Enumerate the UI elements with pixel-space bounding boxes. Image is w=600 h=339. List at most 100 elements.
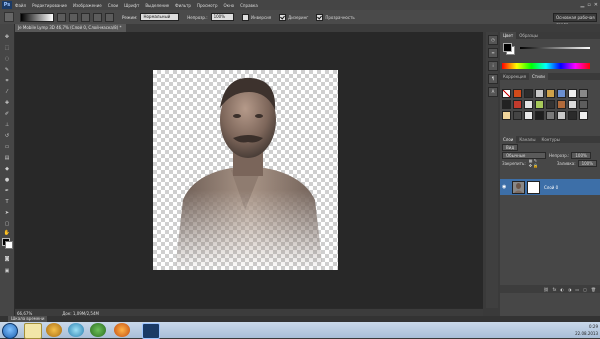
- tab-channels[interactable]: Каналы: [516, 136, 538, 143]
- style-swatch[interactable]: [535, 111, 544, 120]
- minimize-icon[interactable]: ▁: [581, 2, 585, 8]
- gradient-picker[interactable]: [20, 12, 54, 22]
- style-swatch[interactable]: [524, 100, 533, 109]
- layer-row[interactable]: ◉ Слой 0: [500, 179, 600, 195]
- tab-styles[interactable]: Стили: [528, 73, 548, 80]
- link-layers-icon[interactable]: ⛓: [544, 287, 549, 292]
- style-swatch[interactable]: [568, 89, 577, 98]
- style-swatch[interactable]: [502, 100, 511, 109]
- style-swatch[interactable]: [524, 89, 533, 98]
- angle-gradient-icon[interactable]: [81, 12, 90, 22]
- quick-mask-icon[interactable]: ◙: [3, 256, 11, 262]
- style-swatch[interactable]: [535, 89, 544, 98]
- paragraph-icon[interactable]: ¶: [488, 74, 498, 84]
- history-icon[interactable]: ◷: [488, 35, 498, 45]
- layer-name[interactable]: Слой 0: [544, 185, 558, 190]
- style-swatch[interactable]: [502, 111, 511, 120]
- crop-tool-icon[interactable]: ⌗: [3, 78, 11, 84]
- menu-edit[interactable]: Редактирование: [32, 3, 67, 8]
- menu-file[interactable]: Файл: [15, 3, 26, 8]
- style-swatch[interactable]: [579, 100, 588, 109]
- type-tool-icon[interactable]: T: [3, 199, 11, 205]
- style-swatch[interactable]: [557, 89, 566, 98]
- adjustment-layer-icon[interactable]: ◑: [568, 287, 572, 292]
- style-swatch[interactable]: [579, 111, 588, 120]
- info-icon[interactable]: i: [488, 61, 498, 71]
- style-swatch[interactable]: [568, 100, 577, 109]
- pen-tool-icon[interactable]: ✒: [3, 188, 11, 194]
- maximize-icon[interactable]: ▫: [587, 2, 590, 8]
- trash-icon[interactable]: 🗑: [591, 287, 596, 292]
- marquee-tool-icon[interactable]: ⬚: [3, 45, 11, 51]
- tab-paths[interactable]: Контуры: [538, 136, 562, 143]
- path-select-tool-icon[interactable]: ➤: [3, 210, 11, 216]
- style-swatch[interactable]: [568, 111, 577, 120]
- style-swatch[interactable]: [557, 100, 566, 109]
- history-brush-tool-icon[interactable]: ↺: [3, 133, 11, 139]
- zoom-level[interactable]: 66,67%: [17, 311, 32, 316]
- menu-layers[interactable]: Слои: [108, 3, 118, 8]
- brush-tool-icon[interactable]: ✐: [3, 111, 11, 117]
- visibility-eye-icon[interactable]: ◉: [502, 184, 508, 190]
- style-swatch[interactable]: [579, 89, 588, 98]
- healing-tool-icon[interactable]: ✚: [3, 100, 11, 106]
- dodge-tool-icon[interactable]: ●: [3, 177, 11, 183]
- properties-icon[interactable]: ≡: [488, 48, 498, 58]
- menu-image[interactable]: Изображение: [73, 3, 102, 8]
- radial-gradient-icon[interactable]: [69, 12, 78, 22]
- tab-adjustments[interactable]: Коррекция: [500, 73, 529, 80]
- dither-checkbox[interactable]: Дизеринг: [279, 13, 308, 21]
- new-group-icon[interactable]: ▭: [575, 287, 579, 292]
- eraser-tool-icon[interactable]: ▭: [3, 144, 11, 150]
- lock-icons[interactable]: ▦ ✎ ✥ 🔒: [529, 158, 541, 168]
- shape-tool-icon[interactable]: ▢: [3, 221, 11, 227]
- style-swatch[interactable]: [557, 111, 566, 120]
- app-taskbar-icon[interactable]: [90, 323, 106, 337]
- character-icon[interactable]: A: [488, 87, 498, 97]
- fill-input[interactable]: 100%: [577, 159, 597, 167]
- linear-gradient-icon[interactable]: [57, 12, 66, 22]
- media-taskbar-icon[interactable]: [46, 323, 62, 337]
- panel-foreground-color[interactable]: [503, 43, 512, 52]
- color-slider[interactable]: [520, 47, 590, 49]
- explorer-taskbar-icon[interactable]: [24, 323, 42, 339]
- lasso-tool-icon[interactable]: ◌: [3, 56, 11, 62]
- firefox-taskbar-icon[interactable]: [114, 323, 130, 337]
- layer-kind-filter[interactable]: Вид: [502, 143, 519, 151]
- inverse-checkbox[interactable]: Инверсия: [242, 13, 271, 21]
- style-swatch[interactable]: [535, 100, 544, 109]
- layer-mask-thumbnail[interactable]: [527, 180, 540, 194]
- clone-stamp-tool-icon[interactable]: ⊥: [3, 122, 11, 128]
- style-swatch[interactable]: [546, 100, 555, 109]
- move-tool-icon[interactable]: ✥: [3, 34, 11, 40]
- menu-help[interactable]: Справка: [240, 3, 258, 8]
- style-swatch[interactable]: [546, 111, 555, 120]
- workspace-select[interactable]: Основная рабочая среда: [553, 13, 597, 27]
- style-swatch[interactable]: [513, 111, 522, 120]
- eyedropper-tool-icon[interactable]: ⁄: [3, 89, 11, 95]
- menu-window[interactable]: Окно: [224, 3, 235, 8]
- layer-opacity-input[interactable]: 100%: [571, 151, 591, 159]
- gradient-tool-icon[interactable]: ▤: [3, 155, 11, 161]
- diamond-gradient-icon[interactable]: [105, 12, 114, 22]
- document-tab[interactable]: Je Mobile Lymp 3D 46,7% (Слой 0, Слой-ма…: [15, 24, 126, 32]
- color-spectrum[interactable]: [502, 63, 590, 69]
- photoshop-taskbar-icon[interactable]: [142, 323, 160, 339]
- menu-filter[interactable]: Фильтр: [175, 3, 191, 8]
- menu-select[interactable]: Выделение: [145, 3, 169, 8]
- transparency-checkbox[interactable]: Прозрачность: [316, 13, 355, 21]
- style-swatch[interactable]: [524, 111, 533, 120]
- menu-view[interactable]: Просмотр: [197, 3, 218, 8]
- mode-select[interactable]: Нормальный: [140, 13, 180, 21]
- style-swatch[interactable]: [513, 100, 522, 109]
- add-mask-icon[interactable]: ◐: [560, 287, 564, 292]
- tab-swatches[interactable]: Образцы: [516, 32, 541, 39]
- reflected-gradient-icon[interactable]: [93, 12, 102, 22]
- tab-color[interactable]: Цвет: [500, 32, 517, 39]
- opacity-input[interactable]: 100%: [210, 13, 234, 21]
- close-icon[interactable]: ✕: [594, 2, 598, 8]
- style-swatch[interactable]: [546, 89, 555, 98]
- background-color-swatch[interactable]: [5, 241, 13, 249]
- tool-preset-picker[interactable]: [4, 12, 14, 22]
- hand-tool-icon[interactable]: ✋: [3, 230, 11, 236]
